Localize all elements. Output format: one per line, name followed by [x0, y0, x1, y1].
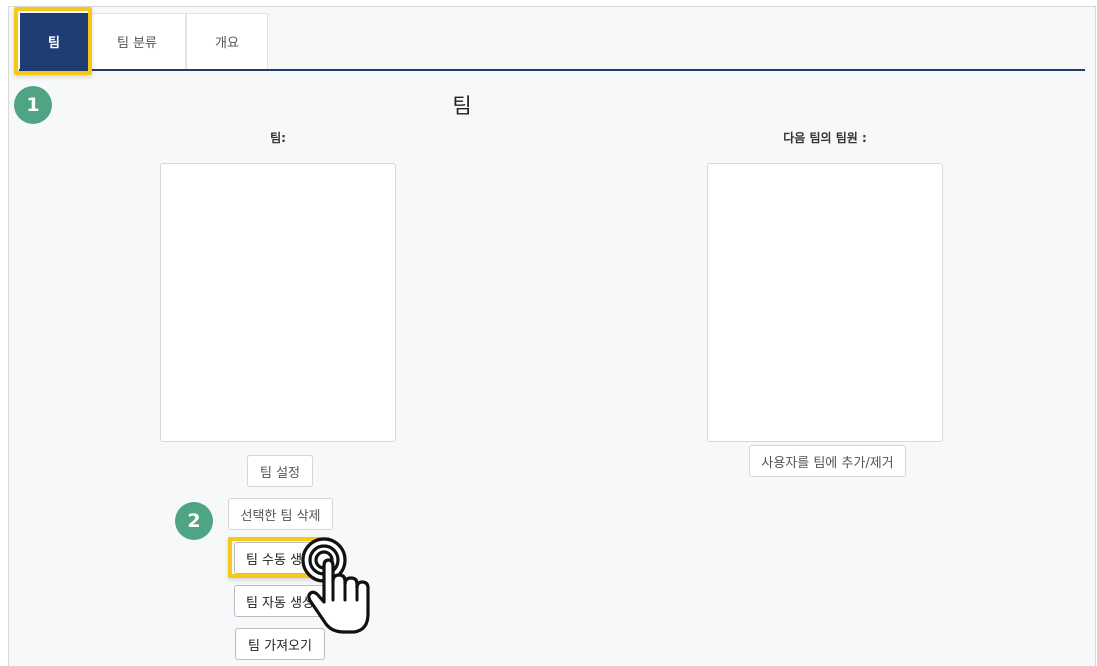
teams-listbox[interactable] — [160, 163, 396, 442]
tab-overview-label: 개요 — [215, 36, 239, 51]
tab-overview[interactable]: 개요 — [186, 13, 268, 69]
add-remove-users-button[interactable]: 사용자를 팀에 추가/제거 — [749, 445, 906, 477]
delete-selected-teams-button[interactable]: 선택한 팀 삭제 — [228, 498, 333, 530]
team-members-listbox[interactable] — [707, 163, 943, 442]
tab-team-category[interactable]: 팀 분류 — [88, 13, 186, 69]
team-members-label: 다음 팀의 팀원 : — [783, 131, 867, 145]
team-settings-button[interactable]: 팀 설정 — [247, 455, 313, 487]
tab-highlight — [14, 7, 92, 75]
tab-team-category-label: 팀 분류 — [116, 36, 157, 51]
step-badge-1-number: 1 — [26, 94, 40, 116]
step-badge-2-number: 2 — [187, 510, 201, 532]
page-title: 팀 — [452, 94, 472, 118]
hand-pointer-icon — [301, 537, 370, 634]
step-badge-1: 1 — [14, 86, 52, 124]
teams-label: 팀: — [270, 131, 286, 145]
tab-underline — [19, 69, 1085, 71]
step-badge-2: 2 — [175, 502, 213, 540]
